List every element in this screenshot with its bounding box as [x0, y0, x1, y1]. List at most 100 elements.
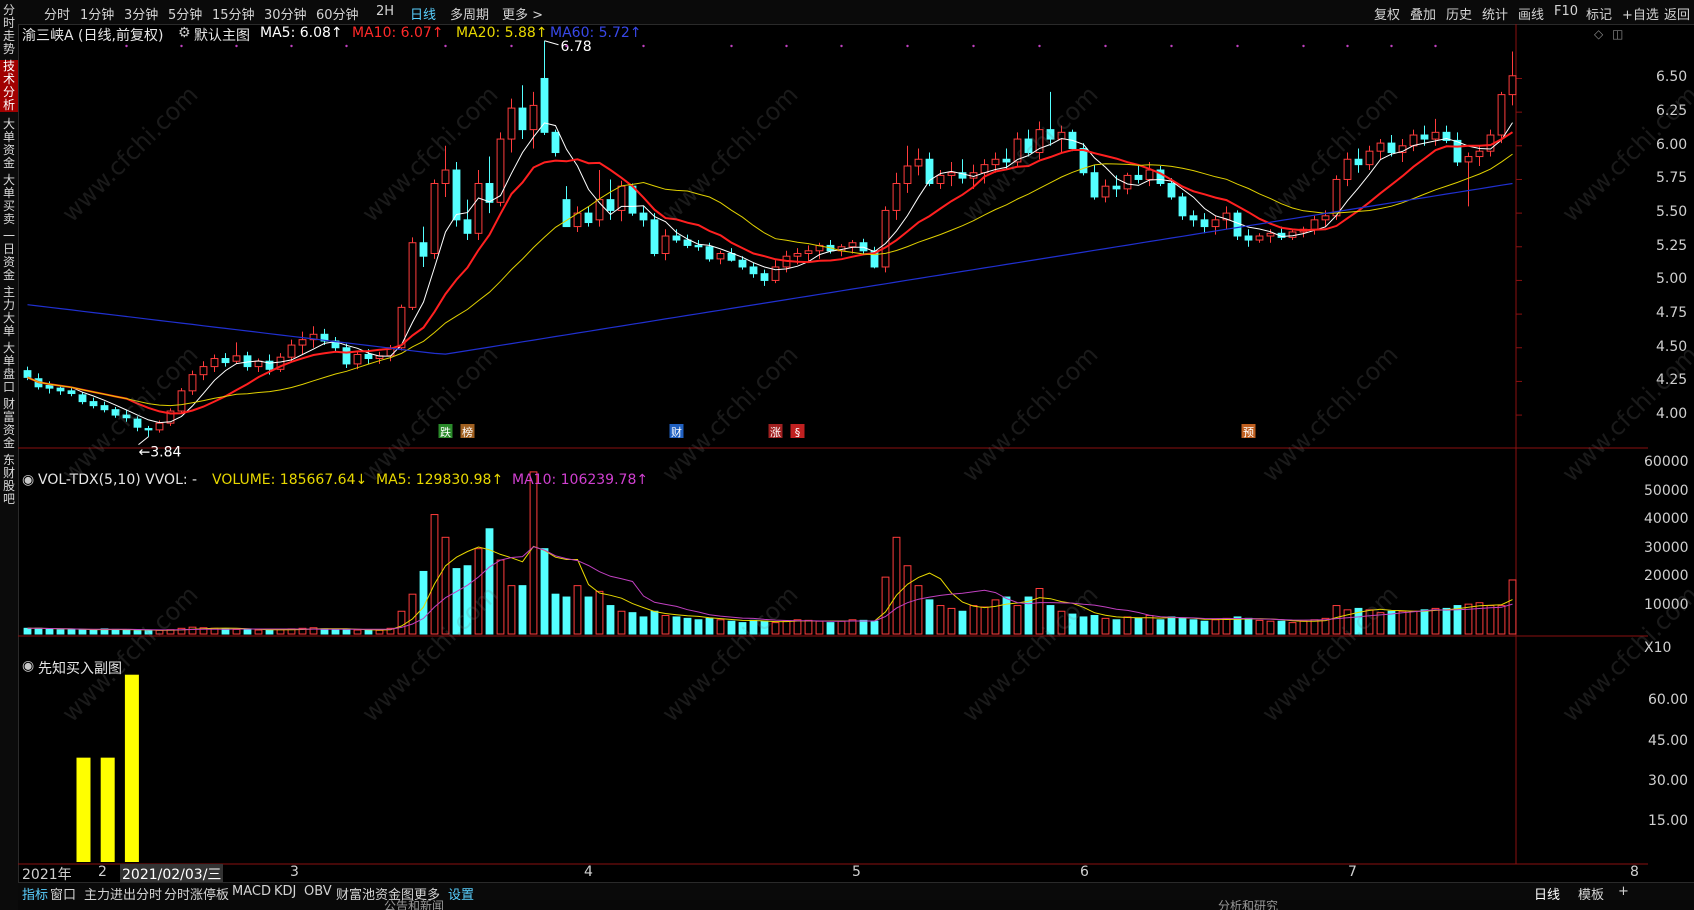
- collapse-icon[interactable]: ◉: [22, 472, 34, 488]
- overlay-button[interactable]: 叠加: [1410, 4, 1436, 23]
- collapse-icon[interactable]: ◉: [22, 658, 34, 674]
- candle-body: [78, 394, 87, 403]
- volume-bar: [1266, 620, 1275, 635]
- tab-technical[interactable]: 技术分析: [0, 60, 18, 112]
- volume-bar: [903, 565, 912, 635]
- tab-large-order-funds[interactable]: 大单资金: [0, 118, 18, 170]
- add-button[interactable]: +: [1618, 884, 1629, 899]
- price-tick-label: 5.50: [1656, 204, 1688, 221]
- volume-bar: [804, 619, 813, 635]
- signal-dot: [785, 44, 788, 48]
- f10-button[interactable]: F10: [1554, 4, 1578, 19]
- volume-bar: [1057, 610, 1066, 635]
- candle-body: [914, 158, 923, 167]
- mark-button[interactable]: 标记: [1586, 4, 1612, 23]
- tab-large-order-trade[interactable]: 大单买卖: [0, 174, 18, 226]
- signal-dot: [1346, 44, 1349, 48]
- volume-bar: [595, 590, 604, 635]
- footer-news[interactable]: 公告和新闻: [384, 900, 444, 910]
- period-more[interactable]: 更多 >: [502, 4, 543, 23]
- volume-bar: [188, 626, 197, 635]
- volume-bar: [925, 599, 934, 635]
- period-60min[interactable]: 60分钟: [316, 4, 359, 23]
- volume-axis: 60000 50000 40000 30000 20000 10000 X10: [1638, 454, 1694, 660]
- period-2h[interactable]: 2H: [376, 4, 394, 19]
- period-3min[interactable]: 3分钟: [124, 4, 158, 23]
- price-axis: 6.50 6.25 6.00 5.75 5.50 5.25 5.00 4.75 4.50 4.25…: [1650, 24, 1694, 472]
- volume-bar: [1068, 613, 1077, 635]
- candle-body: [430, 182, 439, 255]
- volume-bar: [1178, 617, 1187, 635]
- candle-body: [298, 339, 307, 346]
- period-daily[interactable]: 日线: [410, 4, 436, 23]
- volume-bar: [1134, 617, 1143, 635]
- candle-body: [650, 219, 659, 255]
- volume-bar: [815, 620, 824, 635]
- volume-bar: [1002, 596, 1011, 635]
- tab-macd[interactable]: MACD: [232, 884, 271, 899]
- volume-bar: [89, 629, 98, 635]
- tab-daily-funds[interactable]: 一日资金: [0, 230, 18, 282]
- candle-body: [1123, 174, 1132, 190]
- candle-body: [1332, 178, 1341, 217]
- history-button[interactable]: 历史: [1446, 4, 1472, 23]
- tab-main-force[interactable]: 主力大单: [0, 286, 18, 338]
- period-1min[interactable]: 1分钟: [80, 4, 114, 23]
- tab-kdj[interactable]: KDJ: [274, 884, 296, 899]
- candle-body: [210, 358, 219, 368]
- volume-bar: [485, 528, 494, 635]
- volume-bar: [78, 629, 87, 635]
- volume-bar: [705, 617, 714, 635]
- volume-bar: [56, 629, 65, 635]
- volume-bar: [1464, 603, 1473, 635]
- price-tick-label: 5.00: [1656, 271, 1688, 288]
- high-price-label: 6.78: [561, 39, 592, 55]
- candle-body: [1387, 142, 1396, 154]
- candle-body: [1211, 219, 1220, 228]
- vol-ma10-line: [27, 546, 1513, 631]
- candle-body: [639, 212, 648, 221]
- footer-research[interactable]: 分析和研究: [1218, 900, 1278, 910]
- period-15min[interactable]: 15分钟: [212, 4, 255, 23]
- volume-bar: [1189, 619, 1198, 635]
- volume-bar: [1112, 619, 1121, 635]
- tab-guba[interactable]: 东财股吧: [0, 454, 18, 506]
- volume-bar: [683, 617, 692, 635]
- period-30min[interactable]: 30分钟: [264, 4, 307, 23]
- volume-bar: [848, 619, 857, 635]
- tab-obv[interactable]: OBV: [304, 884, 332, 899]
- sub-indicator-name[interactable]: 先知买入副图: [38, 658, 122, 678]
- volume-tick-label: 50000: [1644, 482, 1689, 499]
- adjust-button[interactable]: 复权: [1374, 4, 1400, 23]
- volume-bar: [1035, 588, 1044, 635]
- candle-body: [56, 387, 65, 392]
- candle-body: [1145, 169, 1154, 180]
- chart-area[interactable]: 6.78 ←3.84 跌榜 财 涨 § 预: [18, 24, 1648, 882]
- candle-body: [1101, 185, 1110, 198]
- volume-bar: [881, 576, 890, 635]
- back-button[interactable]: 返回: [1664, 4, 1690, 23]
- volume-bar: [177, 627, 186, 635]
- add-watchlist-button[interactable]: +自选: [1622, 4, 1659, 23]
- signal-dot: [290, 44, 293, 48]
- stats-button[interactable]: 统计: [1482, 4, 1508, 23]
- vol-ma10-value: MA10: 106239.78↑: [512, 472, 649, 488]
- signal-dot: [972, 44, 975, 48]
- draw-line-button[interactable]: 画线: [1518, 4, 1544, 23]
- volume-bar: [661, 615, 670, 635]
- period-intraday[interactable]: 分时: [44, 4, 70, 23]
- tab-wealth-funds[interactable]: 财富资金: [0, 398, 18, 450]
- volume-bar: [342, 629, 351, 635]
- vol-indicator-name[interactable]: VOL-TDX(5,10) VVOL: -: [38, 472, 197, 488]
- candle-body: [111, 409, 120, 416]
- candle-body: [1464, 156, 1473, 163]
- volume-bar: [958, 610, 967, 635]
- left-tab-bar: 分时走势 技术分析 大单资金 大单买卖 一日资金 主力大单 大单盘口 财富资金 …: [0, 0, 19, 910]
- candle-body: [507, 107, 516, 140]
- tab-large-order-book[interactable]: 大单盘口: [0, 342, 18, 394]
- period-multi[interactable]: 多周期: [450, 4, 489, 23]
- period-5min[interactable]: 5分钟: [168, 4, 202, 23]
- vol-volume-value: VOLUME: 185667.64↓: [212, 472, 368, 488]
- candle-body: [540, 77, 549, 133]
- tab-intraday[interactable]: 分时走势: [0, 4, 18, 56]
